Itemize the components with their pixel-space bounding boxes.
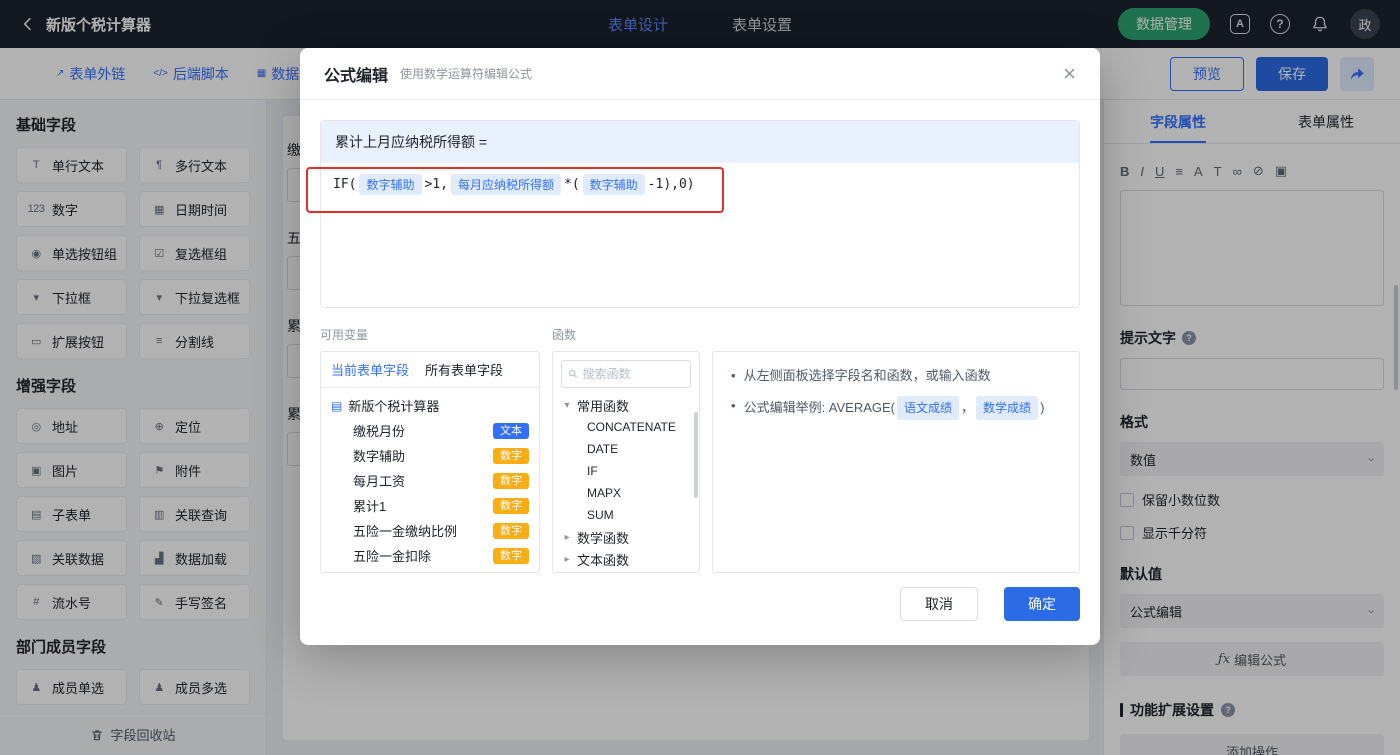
variable-row[interactable]: 每月工资 数字 xyxy=(321,468,539,493)
function-row[interactable]: DATE xyxy=(561,438,691,460)
help-panel: • 从左侧面板选择字段名和函数，或输入函数 • 公式编辑举例: AVERAGE(… xyxy=(712,351,1080,573)
modal-subtitle: 使用数学运算符编辑公式 xyxy=(400,67,533,81)
variable-name: 数字辅助 xyxy=(353,449,406,464)
functions-scrollbar[interactable] xyxy=(694,412,698,498)
formula-token: 每月应纳税所得额 xyxy=(450,174,561,195)
variable-row[interactable]: 缴税月份 文本 xyxy=(321,418,539,443)
function-row[interactable]: SUM xyxy=(561,504,691,526)
formula-editor: 累计上月应纳税所得额 = IF(数字辅助 >1, 每月应纳税所得额 *(数字辅助 -1)… xyxy=(320,120,1080,308)
help-tip-1: 从左侧面板选择字段名和函数，或输入函数 xyxy=(743,368,991,383)
form-node-label: 新版个税计算器 xyxy=(348,399,440,414)
function-row-label: IF xyxy=(587,464,598,478)
function-row[interactable]: MAPX xyxy=(561,482,691,504)
cancel-button[interactable]: 取消 xyxy=(900,587,978,621)
functions-label: 函数 xyxy=(552,328,577,342)
function-search-input[interactable] xyxy=(582,367,684,381)
function-row-label: 文本函数 xyxy=(577,552,630,568)
variable-row[interactable]: 五险一金扣除 数字 xyxy=(321,543,539,568)
function-row-label: 常用函数 xyxy=(577,398,630,414)
formula-target: 累计上月应纳税所得额 = xyxy=(321,121,1079,163)
variable-name: 累计1 xyxy=(353,499,387,514)
formula-input-area[interactable]: IF(数字辅助 >1, 每月应纳税所得额 *(数字辅助 -1),0) xyxy=(321,163,1079,307)
example-token: ， xyxy=(961,400,975,415)
function-row-label: SUM xyxy=(587,508,614,522)
variable-row[interactable]: 累计1 数字 xyxy=(321,493,539,518)
bullet: • xyxy=(731,368,736,383)
modal-title: 公式编辑 xyxy=(324,67,389,85)
variables-panel: 当前表单字段 所有表单字段 ▤ 新版个税计算器 缴税月份 文本 数字辅助 数字 … xyxy=(320,351,540,573)
variable-type-badge: 数字 xyxy=(493,447,529,464)
functions-panel: ▾ 常用函数 CONCATENATE DATE xyxy=(552,351,700,573)
chevron-icon: ▾ xyxy=(564,399,570,411)
formula-token: 数字辅助 xyxy=(359,174,422,195)
variable-name: 五险一金缴纳比例 xyxy=(353,524,458,539)
close-icon[interactable]: × xyxy=(1063,62,1076,85)
variable-type-badge: 文本 xyxy=(493,422,529,439)
formula-token: -1),0) xyxy=(647,177,695,192)
form-doc-icon: ▤ xyxy=(331,398,343,413)
help-tip-2: 公式编辑举例: AVERAGE(语文成绩，数学成绩) xyxy=(743,396,1045,420)
example-token: 语文成绩 xyxy=(897,396,960,420)
app: 新版个税计算器 表单设计 表单设置 数据管理 A ? 政 ↗ 表单外链 </> … xyxy=(0,0,1400,755)
function-row-label: DATE xyxy=(587,442,619,456)
variables-label: 可用变量 xyxy=(320,328,369,342)
confirm-button[interactable]: 确定 xyxy=(1004,587,1080,621)
variable-name: 缴税月份 xyxy=(353,424,406,439)
function-row[interactable]: ▾ 常用函数 xyxy=(561,394,691,416)
variable-type-badge: 数字 xyxy=(493,522,529,539)
variable-type-badge: 数字 xyxy=(493,497,529,514)
form-node[interactable]: ▤ 新版个税计算器 xyxy=(321,393,539,418)
chevron-icon: ▸ xyxy=(564,553,570,565)
function-row-label: MAPX xyxy=(587,486,622,500)
function-row[interactable]: CONCATENATE xyxy=(561,416,691,438)
formula-editor-modal: 公式编辑 使用数学运算符编辑公式 × 累计上月应纳税所得额 = IF(数字辅助 >… xyxy=(300,48,1100,645)
formula-token: >1, xyxy=(424,177,448,192)
variables-panel-tab[interactable]: 所有表单字段 xyxy=(425,360,503,379)
variables-panel-tab[interactable]: 当前表单字段 xyxy=(331,360,409,379)
variable-name: 五险一金扣除 xyxy=(353,549,432,564)
search-icon xyxy=(569,369,578,378)
variable-name: 每月工资 xyxy=(353,474,406,489)
function-search xyxy=(561,360,691,388)
function-row[interactable]: IF xyxy=(561,460,691,482)
example-token: ) xyxy=(1040,400,1045,415)
bullet: • xyxy=(731,398,736,413)
function-row[interactable]: ▸ 文本函数 xyxy=(561,548,691,570)
variable-type-badge: 数字 xyxy=(493,547,529,564)
variable-row[interactable]: 五险一金缴纳比例 数字 xyxy=(321,518,539,543)
chevron-icon: ▸ xyxy=(564,531,570,543)
example-token: 公式编辑举例: AVERAGE( xyxy=(743,400,896,415)
variable-row[interactable]: 数字辅助 数字 xyxy=(321,443,539,468)
variable-type-badge: 数字 xyxy=(493,472,529,489)
function-row-label: 数学函数 xyxy=(577,530,630,546)
formula-token: *( xyxy=(564,177,580,192)
formula-token: 数字辅助 xyxy=(582,174,645,195)
example-token: 数学成绩 xyxy=(976,396,1039,420)
function-row[interactable]: ▸ 数学函数 xyxy=(561,526,691,548)
function-row-label: CONCATENATE xyxy=(587,420,676,434)
formula-token: IF( xyxy=(333,177,357,192)
